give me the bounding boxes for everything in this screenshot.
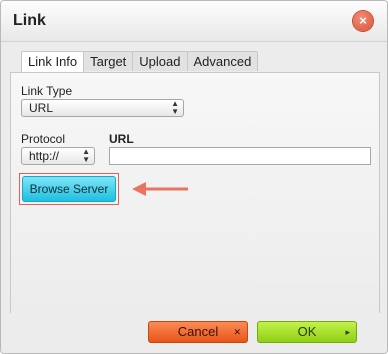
tab-target[interactable]: Target	[83, 51, 134, 71]
dialog-title: Link	[13, 12, 46, 29]
link-type-select[interactable]: URL ▲ ▼	[21, 99, 184, 117]
cancel-button[interactable]: Cancel ✕	[148, 321, 248, 343]
select-arrows-icon: ▲ ▼	[82, 147, 90, 164]
close-icon[interactable]: ×	[353, 11, 373, 31]
dialog-titlebar[interactable]: Link ×	[1, 1, 387, 42]
link-dialog: Link × Link Info Target Upload Advanced …	[0, 0, 388, 354]
url-label: URL	[109, 132, 134, 146]
ok-label: OK	[297, 324, 317, 339]
select-arrows-icon: ▲ ▼	[171, 99, 179, 116]
pointer-arrow-icon	[132, 182, 188, 196]
cancel-label: Cancel	[177, 324, 219, 339]
protocol-label: Protocol	[21, 132, 66, 146]
protocol-select[interactable]: http:// ▲ ▼	[21, 147, 95, 165]
ok-button[interactable]: OK ▸	[257, 321, 357, 343]
link-type-label: Link Type	[21, 84, 73, 98]
browse-highlight: Browse Server	[19, 173, 119, 205]
tab-upload[interactable]: Upload	[132, 51, 188, 71]
tab-advanced[interactable]: Advanced	[186, 51, 259, 71]
cancel-x-icon: ✕	[233, 327, 241, 337]
browse-server-button[interactable]: Browse Server	[22, 176, 116, 202]
protocol-value: http://	[29, 149, 60, 163]
tab-link-info[interactable]: Link Info	[21, 51, 85, 73]
link-type-value: URL	[29, 101, 54, 115]
url-input[interactable]	[109, 147, 371, 165]
tab-bar: Link Info Target Upload Advanced	[21, 51, 259, 73]
ok-arrow-icon: ▸	[345, 327, 350, 337]
